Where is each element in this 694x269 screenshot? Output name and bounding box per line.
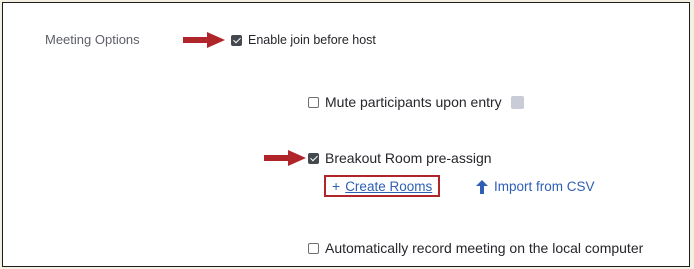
mute-participants-row: Mute participants upon entry	[308, 94, 524, 110]
meeting-options-label: Meeting Options	[45, 32, 140, 47]
breakout-room-label: Breakout Room pre-assign	[325, 150, 492, 166]
mute-participants-label: Mute participants upon entry	[325, 94, 502, 110]
create-rooms-link[interactable]: Create Rooms	[345, 179, 432, 194]
annotation-arrow-icon	[183, 32, 225, 48]
lock-icon	[510, 95, 524, 109]
import-csv-button[interactable]: Import from CSV	[476, 179, 595, 194]
enable-join-before-host-checkbox[interactable]	[231, 34, 242, 46]
auto-record-checkbox[interactable]	[308, 242, 319, 254]
auto-record-row: Automatically record meeting on the loca…	[308, 240, 643, 256]
annotation-arrow-icon	[264, 150, 306, 166]
enable-join-before-host-label: Enable join before host	[248, 33, 376, 47]
upload-arrow-icon	[476, 179, 488, 194]
create-rooms-button[interactable]: + Create Rooms	[324, 175, 441, 197]
breakout-room-checkbox[interactable]	[308, 152, 319, 164]
enable-join-before-host-row: Enable join before host	[231, 33, 376, 47]
plus-icon: +	[332, 178, 341, 194]
breakout-room-row: Breakout Room pre-assign	[308, 150, 492, 166]
mute-participants-checkbox[interactable]	[308, 96, 319, 108]
auto-record-label: Automatically record meeting on the loca…	[325, 240, 644, 256]
import-csv-label[interactable]: Import from CSV	[494, 179, 595, 194]
